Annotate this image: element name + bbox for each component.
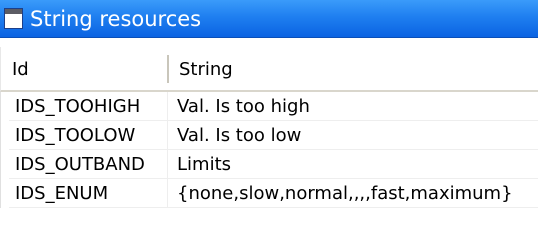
cell-string: Val. Is too low — [177, 125, 302, 146]
title-bar[interactable]: String resources — [0, 0, 538, 38]
cell-string: Limits — [177, 154, 231, 175]
window-title: String resources — [30, 7, 202, 31]
cell-string: {none,slow,normal,,,,fast,maximum} — [177, 183, 513, 204]
table-header: Id String — [0, 47, 538, 92]
table-row[interactable]: IDS_ENUM {none,slow,normal,,,,fast,maxim… — [0, 179, 538, 208]
column-header-string[interactable]: String — [179, 47, 233, 90]
column-divider[interactable] — [167, 55, 170, 83]
string-table: IDS_TOOHIGH Val. Is too high IDS_TOOLOW … — [0, 92, 538, 208]
cell-id: IDS_OUTBAND — [15, 154, 145, 175]
table-row[interactable]: IDS_TOOLOW Val. Is too low — [0, 121, 538, 150]
table-row[interactable]: IDS_OUTBAND Limits — [0, 150, 538, 179]
cell-id: IDS_TOOLOW — [15, 125, 136, 146]
table-row[interactable]: IDS_TOOHIGH Val. Is too high — [0, 92, 538, 121]
cell-string: Val. Is too high — [177, 96, 310, 117]
column-header-id[interactable]: Id — [12, 47, 29, 90]
cell-id: IDS_TOOHIGH — [15, 96, 141, 117]
cell-id: IDS_ENUM — [15, 183, 109, 204]
window-icon[interactable] — [4, 8, 23, 29]
